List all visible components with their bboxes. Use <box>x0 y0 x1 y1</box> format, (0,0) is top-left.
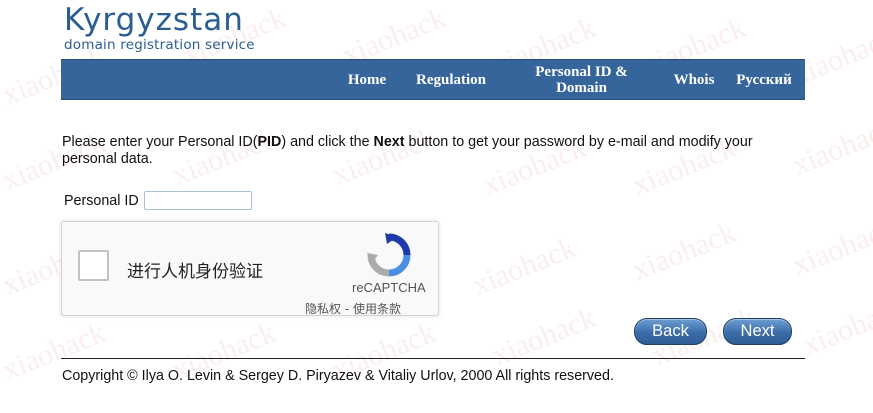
recaptcha-brand: reCAPTCHA <box>352 280 426 295</box>
footer-divider <box>61 358 805 359</box>
nav-home[interactable]: Home <box>337 60 397 99</box>
personal-id-label: Personal ID <box>64 192 139 209</box>
site-logo[interactable]: Kyrgyzstan domain registration service <box>64 3 255 53</box>
logo-title: Kyrgyzstan <box>64 2 244 38</box>
recaptcha-terms-link[interactable]: 使用条款 <box>353 302 401 316</box>
nav-whois[interactable]: Whois <box>666 60 722 99</box>
recaptcha-privacy-link[interactable]: 隐私权 <box>305 302 341 316</box>
footer-copyright: Copyright © Ilya O. Levin & Sergey D. Pi… <box>62 368 614 384</box>
recaptcha-links: 隐私权 - 使用条款 <box>305 300 401 317</box>
logo-subtitle: domain registration service <box>64 37 255 53</box>
pid-bold: PID <box>257 134 282 150</box>
watermark-text: xiaohack <box>487 300 601 373</box>
watermark-text: xiaohack <box>787 210 873 283</box>
watermark-text: xiaohack <box>797 290 873 363</box>
nav-russian[interactable]: Русский <box>729 60 799 99</box>
recaptcha-label: 进行人机身份验证 <box>127 262 263 282</box>
recaptcha-logo-icon <box>367 233 411 277</box>
recaptcha-checkbox[interactable] <box>78 250 109 281</box>
personal-id-input[interactable] <box>143 191 252 210</box>
intro-text-part: ) and click the <box>281 134 374 150</box>
next-button[interactable]: Next <box>723 318 792 345</box>
recaptcha-widget: 进行人机身份验证 reCAPTCHA 隐私权 - 使用条款 <box>61 221 439 316</box>
intro-text-part: Please enter your Personal ID( <box>62 134 258 150</box>
personal-id-row: Personal ID <box>64 191 252 210</box>
watermark-text: xiaohack <box>467 230 581 303</box>
instruction-text: Please enter your Personal ID(PID) and c… <box>62 134 802 168</box>
nav-regulation[interactable]: Regulation <box>407 60 495 99</box>
recaptcha-link-separator: - <box>341 302 353 316</box>
next-bold: Next <box>373 134 405 150</box>
watermark-text: xiaohack <box>627 215 741 288</box>
back-button[interactable]: Back <box>634 318 707 345</box>
nav-personal-id-domain[interactable]: Personal ID & Domain <box>521 60 642 99</box>
main-navbar: Home Regulation Personal ID & Domain Who… <box>61 59 805 100</box>
